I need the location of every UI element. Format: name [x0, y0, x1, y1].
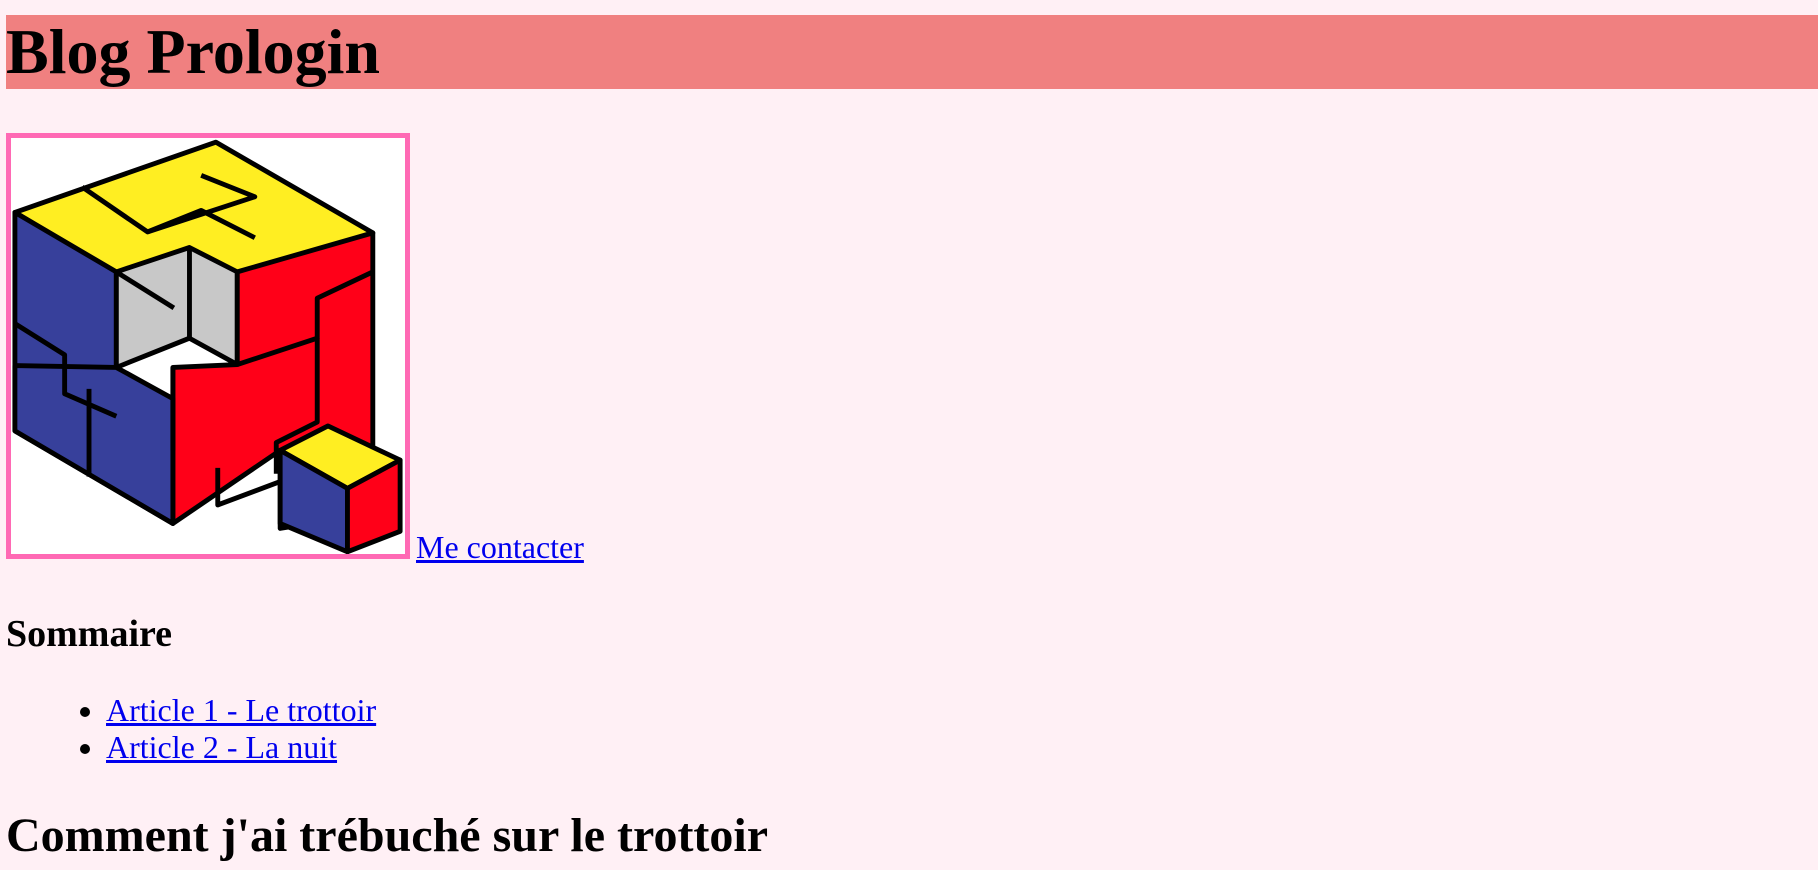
page: Blog Prologin Me contacter Sommaire • Ar…	[6, 0, 1818, 862]
summary-list-item-article-2: Article 2 - La nuit	[106, 729, 376, 766]
contact-link[interactable]: Me contacter	[416, 529, 584, 566]
summary-list: Article 1 - Le trottoir Article 2 - La n…	[6, 692, 376, 766]
contact-row: Me contacter	[6, 133, 1818, 569]
article-1-link[interactable]: Article 1 - Le trottoir	[106, 692, 376, 728]
site-title: Blog Prologin	[6, 15, 1818, 89]
summary-list-item-article-1: Article 1 - Le trottoir	[106, 692, 376, 729]
prologin-cube-logo-icon[interactable]	[6, 133, 410, 559]
article-title: Comment j'ai trébuché sur le trottoir	[6, 809, 769, 862]
article-2-link[interactable]: Article 2 - La nuit	[106, 729, 337, 765]
summary-heading: Sommaire	[6, 613, 173, 655]
